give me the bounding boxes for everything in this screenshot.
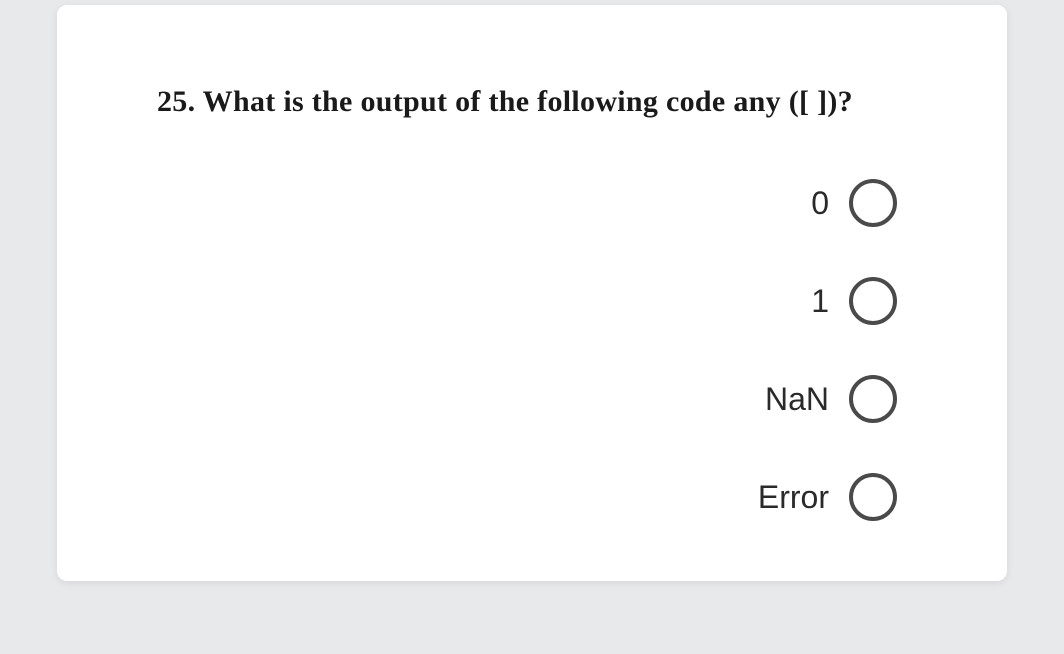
question-body: What is the output of the following code… xyxy=(203,85,853,118)
option-label-0: 0 xyxy=(811,185,829,222)
radio-option-0[interactable] xyxy=(849,179,897,227)
question-number: 25. xyxy=(157,85,195,118)
radio-option-1[interactable] xyxy=(849,277,897,325)
radio-option-nan[interactable] xyxy=(849,375,897,423)
option-row: 0 xyxy=(157,179,897,227)
option-row: NaN xyxy=(157,375,897,423)
option-row: 1 xyxy=(157,277,897,325)
option-row: Error xyxy=(157,473,897,521)
option-label-nan: NaN xyxy=(765,381,829,418)
option-label-1: 1 xyxy=(811,283,829,320)
options-list: 0 1 NaN Error xyxy=(157,179,907,521)
radio-option-error[interactable] xyxy=(849,473,897,521)
question-text: 25. What is the output of the following … xyxy=(157,85,907,119)
option-label-error: Error xyxy=(758,479,829,516)
question-card: 25. What is the output of the following … xyxy=(57,5,1007,581)
